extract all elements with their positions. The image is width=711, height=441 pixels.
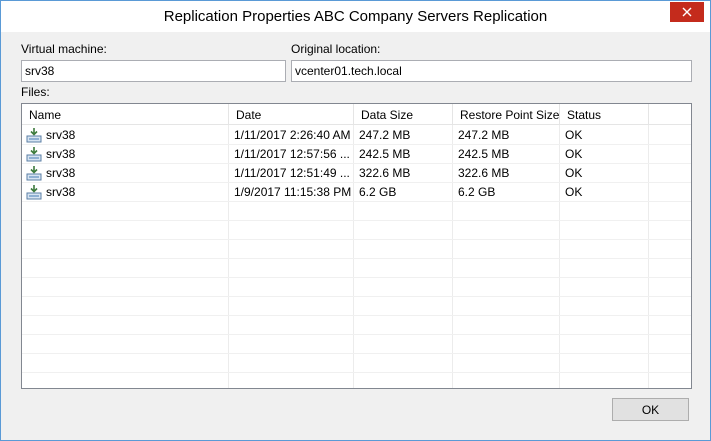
table-row[interactable]: srv38 1/9/2017 11:15:38 PM 6.2 GB 6.2 GB OK	[22, 183, 691, 202]
table-row[interactable]: srv38 1/11/2017 2:26:40 AM 247.2 MB 247.2 M…	[22, 126, 691, 145]
list-header: Name Date Data Size Restore Point Size S…	[22, 104, 691, 125]
row-divider	[22, 258, 691, 259]
column-header-data-size[interactable]: Data Size	[354, 104, 453, 125]
file-status-cell: OK	[565, 128, 583, 142]
file-restore-size-cell: 322.6 MB	[458, 166, 510, 180]
files-list[interactable]: Name Date Data Size Restore Point Size S…	[21, 103, 692, 389]
file-date-cell: 1/11/2017 12:51:49 ...	[234, 166, 350, 180]
file-date-cell: 1/11/2017 2:26:40 AM	[234, 128, 351, 142]
title-bar[interactable]: Replication Properties ABC Company Serve…	[1, 1, 710, 32]
file-date-cell: 1/11/2017 12:57:56 ...	[234, 147, 350, 161]
table-row[interactable]: srv38 1/11/2017 12:51:49 ... 322.6 MB 322.6…	[22, 164, 691, 183]
column-header-filler	[649, 104, 691, 125]
file-name-cell: srv38	[46, 128, 76, 142]
row-divider	[22, 315, 691, 316]
row-divider	[22, 353, 691, 354]
table-row[interactable]: srv38 1/11/2017 12:57:56 ... 242.5 MB 242.5…	[22, 145, 691, 164]
file-restore-size-cell: 247.2 MB	[458, 128, 510, 142]
file-status-cell: OK	[565, 166, 583, 180]
file-data-size-cell: 6.2 GB	[359, 185, 397, 199]
ok-button[interactable]: OK	[612, 398, 689, 421]
file-status-cell: OK	[565, 185, 583, 199]
file-status-cell: OK	[565, 147, 583, 161]
window-title: Replication Properties ABC Company Serve…	[163, 8, 548, 25]
row-divider	[22, 239, 691, 240]
file-restore-size-cell: 6.2 GB	[458, 185, 496, 199]
row-divider	[22, 334, 691, 335]
vm-field[interactable]: srv38	[21, 60, 286, 82]
location-field[interactable]: vcenter01.tech.local	[291, 60, 692, 82]
file-restore-size-cell: 242.5 MB	[458, 147, 510, 161]
close-icon	[682, 7, 692, 17]
column-header-status[interactable]: Status	[560, 104, 649, 125]
row-divider	[22, 296, 691, 297]
file-data-size-cell: 242.5 MB	[359, 147, 411, 161]
row-divider	[22, 277, 691, 278]
row-divider	[22, 372, 691, 373]
close-button[interactable]	[670, 2, 704, 22]
vm-disk-icon	[26, 185, 42, 200]
column-header-restore-point-size[interactable]: Restore Point Size	[453, 104, 560, 125]
vm-label: Virtual machine:	[21, 42, 107, 56]
file-name-cell: srv38	[46, 185, 76, 199]
dialog-body: Virtual machine: srv38 Original location…	[7, 32, 704, 435]
files-label: Files:	[21, 85, 50, 99]
vm-disk-icon	[26, 147, 42, 162]
column-header-name[interactable]: Name	[22, 104, 229, 125]
row-divider	[22, 220, 691, 221]
dialog-window: Replication Properties ABC Company Serve…	[0, 0, 711, 441]
file-name-cell: srv38	[46, 147, 76, 161]
file-name-cell: srv38	[46, 166, 76, 180]
column-header-date[interactable]: Date	[229, 104, 354, 125]
vm-disk-icon	[26, 128, 42, 143]
file-data-size-cell: 322.6 MB	[359, 166, 411, 180]
file-date-cell: 1/9/2017 11:15:38 PM	[234, 185, 352, 199]
vm-disk-icon	[26, 166, 42, 181]
file-data-size-cell: 247.2 MB	[359, 128, 411, 142]
location-label: Original location:	[291, 42, 381, 56]
